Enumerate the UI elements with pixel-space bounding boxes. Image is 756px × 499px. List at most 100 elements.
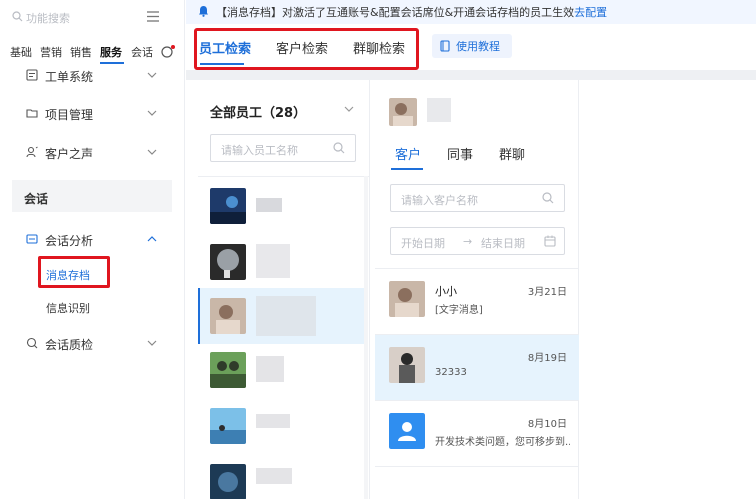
sidebar-item-label: 项目管理 — [45, 108, 94, 122]
sidebar-subitem-info-recognition[interactable]: 信息识别 — [46, 300, 90, 316]
tab-session[interactable]: 会话 — [131, 44, 153, 60]
calendar-icon[interactable] — [544, 235, 556, 247]
active-tab-underline — [391, 168, 423, 170]
tab-service[interactable]: 服务 — [100, 44, 122, 60]
quality-check-icon — [26, 337, 38, 349]
avatar — [389, 347, 425, 383]
divider — [198, 176, 370, 177]
sidebar-item-label: 会话质检 — [45, 338, 94, 352]
feature-search[interactable]: 功能搜索 — [10, 6, 175, 28]
sidebar-item-label: 工单系统 — [45, 70, 94, 84]
sidebar-category-tabs: 基础 营销 销售 服务 会话 — [0, 44, 185, 62]
tab-marketing[interactable]: 营销 — [40, 44, 62, 60]
bell-icon — [199, 6, 208, 17]
avatar — [210, 352, 246, 388]
search-icon[interactable] — [333, 142, 345, 154]
tab-colleagues[interactable]: 同事 — [447, 144, 473, 163]
avatar — [210, 408, 246, 444]
conversation-date: 3月21日 — [527, 287, 567, 298]
conversation-date: 8月19日 — [527, 353, 567, 364]
conversation-item[interactable]: 8月10日 开发技术类问题，您可移步到... — [375, 401, 579, 467]
sidebar-item-session-analysis[interactable]: 会话分析 — [0, 228, 185, 252]
folder-icon — [26, 109, 38, 118]
redacted-name — [256, 244, 290, 278]
conversation-preview: 开发技术类问题，您可移步到... — [435, 437, 570, 448]
avatar-image — [210, 408, 246, 444]
menu-collapse-icon[interactable] — [146, 10, 160, 23]
employee-list-title: 全部员工（28） — [210, 106, 307, 121]
avatar-image — [210, 244, 246, 280]
avatar — [210, 188, 246, 224]
employee-search-placeholder: 请输入员工名称 — [221, 144, 298, 157]
avatar — [389, 413, 425, 449]
sidebar-item-label: 会话分析 — [45, 234, 94, 248]
avatar — [210, 464, 246, 499]
search-icon[interactable] — [542, 192, 554, 204]
avatar-image — [389, 347, 425, 383]
redacted-name — [256, 296, 316, 336]
employee-row[interactable] — [198, 178, 364, 234]
avatar-image — [210, 352, 246, 388]
employee-row[interactable] — [198, 398, 364, 454]
avatar-image — [210, 188, 246, 224]
start-date-placeholder: 开始日期 — [401, 237, 445, 250]
avatar — [210, 298, 246, 334]
sidebar-item-quality-check[interactable]: 会话质检 — [0, 332, 185, 356]
tab-group-chats[interactable]: 群聊 — [499, 144, 525, 163]
tab-customers[interactable]: 客户 — [395, 144, 421, 163]
chat-analysis-icon — [26, 234, 38, 244]
search-icon — [12, 11, 23, 22]
date-range-picker[interactable]: 开始日期 → 结束日期 — [390, 227, 565, 255]
highlight-box-message-archive — [38, 256, 110, 288]
user-voice-icon — [26, 146, 38, 158]
conversation-item-selected[interactable]: 8月19日 32333 — [375, 335, 579, 401]
chevron-up-icon — [147, 236, 157, 242]
book-icon — [440, 40, 450, 52]
sidebar-item-project[interactable]: 项目管理 — [0, 102, 185, 126]
chevron-down-icon — [147, 149, 157, 155]
sidebar: 功能搜索 基础 营销 销售 服务 会话 工单系统 项目管理 客户之声 会话 会话… — [0, 0, 185, 499]
notice-text: 【消息存档】对激活了互通账号&配置会话席位&开通会话存档的员工生效去配置 — [216, 4, 607, 20]
tutorial-button-label: 使用教程 — [456, 40, 500, 53]
chevron-down-icon — [147, 110, 157, 116]
chevron-down-icon — [147, 340, 157, 346]
sidebar-item-voice[interactable]: 客户之声 — [0, 141, 185, 165]
redacted-name — [256, 414, 290, 428]
employee-row[interactable] — [198, 342, 364, 398]
default-user-icon — [389, 413, 425, 449]
sidebar-item-label: 客户之声 — [45, 147, 94, 161]
employee-row-selected[interactable] — [198, 288, 364, 344]
sidebar-item-ticket[interactable]: 工单系统 — [0, 64, 185, 88]
employee-row[interactable] — [198, 234, 364, 290]
tab-sales[interactable]: 销售 — [70, 44, 92, 60]
selected-employee-avatar — [389, 98, 417, 126]
chevron-down-icon[interactable] — [344, 106, 354, 112]
conversation-date: 8月10日 — [527, 419, 567, 430]
avatar-image — [210, 464, 246, 499]
tutorial-button[interactable]: 使用教程 — [432, 34, 512, 58]
extra-tab-icon[interactable] — [160, 44, 176, 58]
highlight-box-search-tabs — [194, 28, 419, 70]
avatar-image — [210, 298, 246, 334]
customer-search-placeholder: 请输入客户名称 — [401, 194, 478, 207]
conversation-item[interactable]: 小小 3月21日 [文字消息] — [375, 269, 579, 335]
configure-link[interactable]: 去配置 — [574, 6, 607, 19]
employee-search-input[interactable]: 请输入员工名称 — [210, 134, 356, 162]
notice-bar: 【消息存档】对激活了互通账号&配置会话席位&开通会话存档的员工生效去配置 — [186, 0, 756, 24]
conversation-preview: 32333 — [435, 367, 467, 378]
tab-basic[interactable]: 基础 — [10, 44, 32, 60]
avatar-image — [389, 281, 425, 317]
customer-search-input[interactable]: 请输入客户名称 — [390, 184, 565, 212]
conversation-preview: [文字消息] — [435, 305, 483, 316]
notice-message: 【消息存档】对激活了互通账号&配置会话席位&开通会话存档的员工生效 — [216, 6, 575, 19]
redacted-name — [256, 468, 292, 484]
date-range-arrow: → — [463, 235, 473, 248]
redacted-name — [256, 198, 282, 212]
conversation-panel: 客户 同事 群聊 请输入客户名称 开始日期 → 结束日期 小小 3月21日 [文… — [375, 80, 579, 499]
avatar — [389, 281, 425, 317]
feature-search-placeholder: 功能搜索 — [26, 12, 70, 25]
employee-list-scrollbar[interactable] — [364, 176, 368, 499]
redacted-name — [256, 356, 284, 382]
employee-row[interactable] — [198, 454, 364, 499]
avatar-image — [389, 98, 417, 126]
